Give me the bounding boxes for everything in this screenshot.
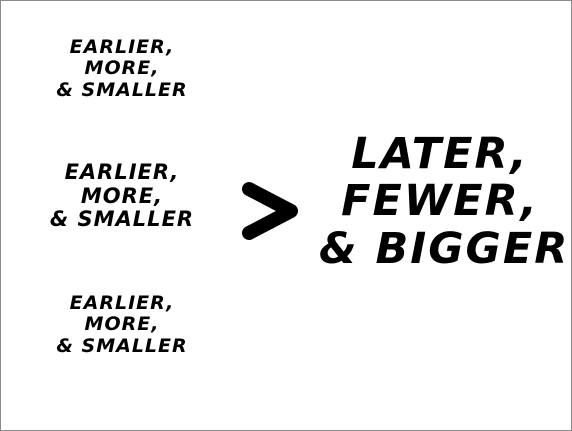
greater-than-icon [242, 182, 298, 240]
right-text-group: LATER, FEWER, & BIGGER [319, 129, 570, 274]
right-group-line-1: LATER, [351, 129, 529, 179]
left-text-group-3: EARLIER, MORE, & SMALLER [53, 292, 191, 357]
left-group-2-line-2: MORE, [80, 183, 164, 208]
left-group-3-line-3: & SMALLER [56, 334, 188, 357]
left-text-group-2: EARLIER, MORE, & SMALLER [47, 160, 197, 232]
left-group-1-line-2: MORE, [84, 57, 160, 80]
left-group-2-line-1: EARLIER, [64, 160, 180, 184]
left-group-2-line-3: & SMALLER [49, 207, 195, 232]
left-group-1-line-3: & SMALLER [56, 78, 188, 101]
right-group-line-3: & BIGGER [319, 223, 570, 274]
left-group-1-line-1: EARLIER, [69, 36, 175, 58]
slide: EARLIER, MORE, & SMALLER EARLIER, MORE, … [0, 0, 572, 431]
left-group-3-line-1: EARLIER, [69, 292, 175, 314]
left-group-3-line-2: MORE, [84, 313, 160, 336]
left-text-group-1: EARLIER, MORE, & SMALLER [53, 36, 191, 101]
right-group-line-2: FEWER, [341, 176, 539, 227]
